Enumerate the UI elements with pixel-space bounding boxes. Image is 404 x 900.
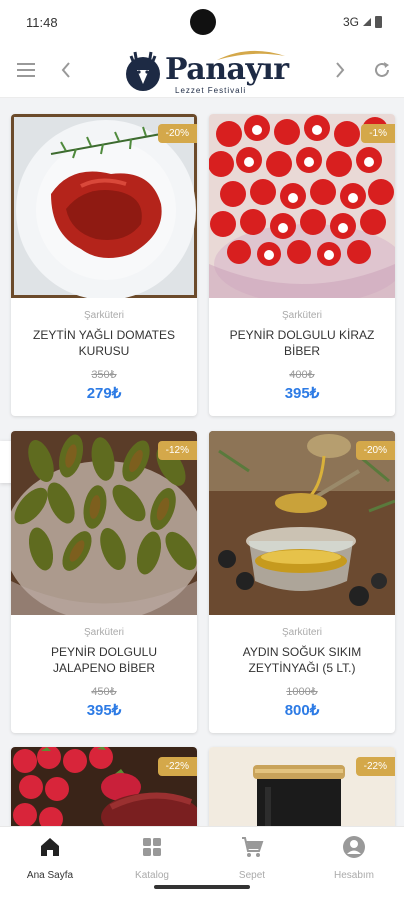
product-title[interactable]: PEYNİR DOLGULU KİRAZ BİBER — [219, 327, 385, 359]
product-card[interactable]: -1% Şarküteri PEYNİR DOLGULU KİRAZ BİBER… — [209, 114, 395, 416]
network-label: 3G — [342, 15, 359, 29]
brand-tagline: Lezzet Festivali — [175, 86, 247, 95]
product-title[interactable]: ZEYTİN YAĞLI DOMATES KURUSU — [21, 327, 187, 359]
nav-catalog[interactable]: Katalog — [112, 835, 192, 881]
product-old-price: 1000₺ — [286, 686, 318, 698]
forward-icon[interactable] — [326, 56, 354, 84]
back-icon[interactable] — [52, 56, 80, 84]
product-image-jalapeno-peppers[interactable]: -12% — [11, 431, 197, 615]
menu-icon[interactable] — [12, 56, 40, 84]
product-category: Şarküteri — [83, 310, 124, 321]
product-old-price: 400₺ — [289, 369, 315, 381]
discount-badge: -20% — [355, 441, 395, 460]
product-image-cherry-peppers[interactable]: -1% — [209, 114, 395, 298]
discount-badge: -22% — [355, 757, 395, 776]
nav-account[interactable]: Hesabım — [314, 835, 394, 881]
product-category: Şarküteri — [281, 310, 322, 321]
battery-icon — [375, 16, 382, 28]
status-indicators: 3G — [343, 15, 382, 29]
nav-home[interactable]: Ana Sayfa — [10, 835, 90, 881]
product-category: Şarküteri — [281, 627, 322, 638]
refresh-icon[interactable] — [368, 56, 396, 84]
product-card[interactable]: -20% Şarküteri AYDIN SOĞUK SIKIM ZEYTİNY… — [209, 431, 395, 733]
product-price: 279₺ — [86, 385, 122, 402]
discount-badge: -1% — [361, 124, 395, 143]
nav-label: Sepet — [238, 870, 266, 881]
home-indicator[interactable] — [154, 885, 250, 889]
product-card[interactable]: -12% Şarküteri PEYNİR DOLGULU JALAPENO B… — [11, 431, 197, 733]
discount-badge: -22% — [157, 757, 197, 776]
product-category: Şarküteri — [83, 627, 124, 638]
product-title[interactable]: PEYNİR DOLGULU JALAPENO BİBER — [21, 644, 187, 676]
camera-cutout — [190, 9, 216, 35]
discount-badge: -12% — [157, 441, 197, 460]
product-card[interactable]: -20% Şarküteri ZEYTİN YAĞLI DOMATES KURU… — [11, 114, 197, 416]
cart-icon — [242, 837, 264, 857]
product-price: 395₺ — [86, 702, 122, 719]
deer-logo-icon — [126, 51, 160, 91]
nav-label: Katalog — [135, 870, 169, 881]
status-time: 11:48 — [26, 15, 58, 30]
product-old-price: 450₺ — [91, 686, 117, 698]
brand-name: Panayır — [165, 52, 289, 87]
product-image-strawberries[interactable]: -22% — [11, 747, 197, 837]
nav-label: Ana Sayfa — [26, 870, 74, 881]
product-price: 395₺ — [284, 385, 320, 402]
product-card[interactable]: -22% — [209, 747, 395, 837]
home-icon — [41, 838, 59, 856]
product-image-olive-oil[interactable]: -20% — [209, 431, 395, 615]
app-bar: Panayır Lezzet Festivali — [0, 44, 404, 98]
nav-label: Hesabım — [333, 870, 374, 881]
signal-icon — [363, 18, 371, 26]
grid-icon — [143, 838, 161, 856]
account-icon — [343, 836, 365, 858]
nav-cart[interactable]: Sepet — [212, 835, 292, 881]
status-bar: 11:48 3G — [0, 0, 404, 44]
brand-logo[interactable]: Panayır Lezzet Festivali — [120, 46, 289, 96]
product-image-jar[interactable]: -22% — [209, 747, 395, 837]
product-card[interactable]: -22% — [11, 747, 197, 837]
product-image-dried-tomatoes[interactable]: -20% — [11, 114, 197, 298]
product-title[interactable]: AYDIN SOĞUK SIKIM ZEYTİNYAĞI (5 LT.) — [219, 644, 385, 676]
product-old-price: 350₺ — [91, 369, 117, 381]
discount-badge: -20% — [157, 124, 197, 143]
product-price: 800₺ — [284, 702, 320, 719]
